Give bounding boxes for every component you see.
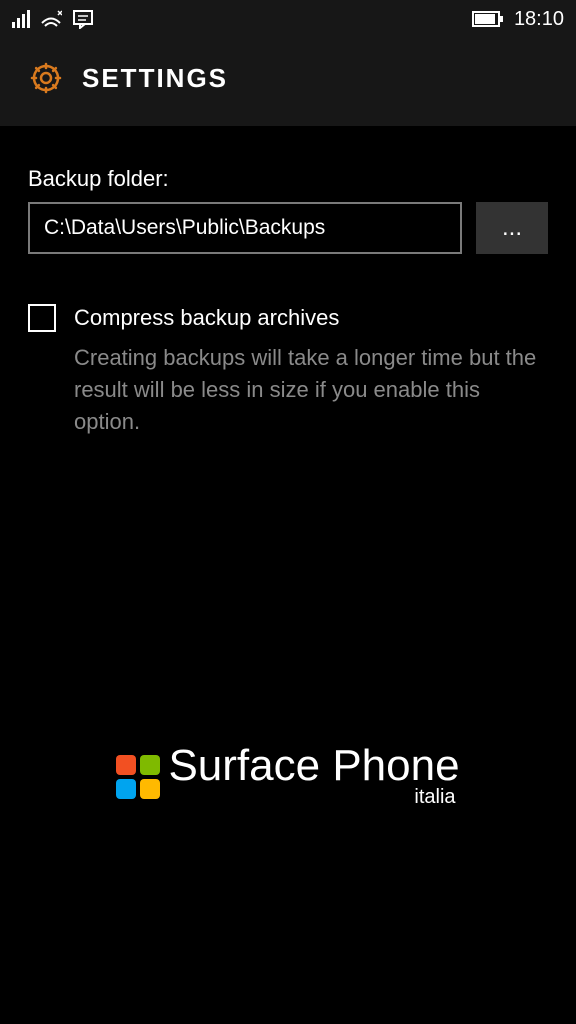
notification-icon xyxy=(72,9,94,29)
compress-label: Compress backup archives xyxy=(74,305,339,331)
watermark-logo-icon xyxy=(116,755,160,799)
clock: 18:10 xyxy=(514,8,564,31)
watermark: Surface Phone italia xyxy=(0,744,576,809)
battery-icon xyxy=(472,10,504,28)
page-title: SETTINGS xyxy=(82,63,228,94)
gear-icon xyxy=(28,60,64,96)
watermark-main: Surface Phone xyxy=(168,744,459,788)
status-bar: 18:10 xyxy=(0,0,576,38)
compress-option: Compress backup archives Creating backup… xyxy=(28,304,548,438)
signal-icon xyxy=(12,10,30,28)
watermark-text: Surface Phone italia xyxy=(168,744,459,809)
status-left xyxy=(12,9,94,29)
compress-checkbox-row[interactable]: Compress backup archives xyxy=(28,304,548,332)
backup-folder-label: Backup folder: xyxy=(28,166,548,192)
backup-folder-input[interactable] xyxy=(28,202,462,254)
compress-checkbox[interactable] xyxy=(28,304,56,332)
browse-button[interactable]: ... xyxy=(476,202,548,254)
status-right: 18:10 xyxy=(472,8,564,31)
page-header: SETTINGS xyxy=(0,38,576,126)
watermark-sub: italia xyxy=(414,786,455,809)
wifi-icon xyxy=(40,9,62,29)
content: Backup folder: ... Compress backup archi… xyxy=(0,126,576,438)
backup-folder-row: ... xyxy=(28,202,548,254)
compress-description: Creating backups will take a longer time… xyxy=(74,342,548,438)
